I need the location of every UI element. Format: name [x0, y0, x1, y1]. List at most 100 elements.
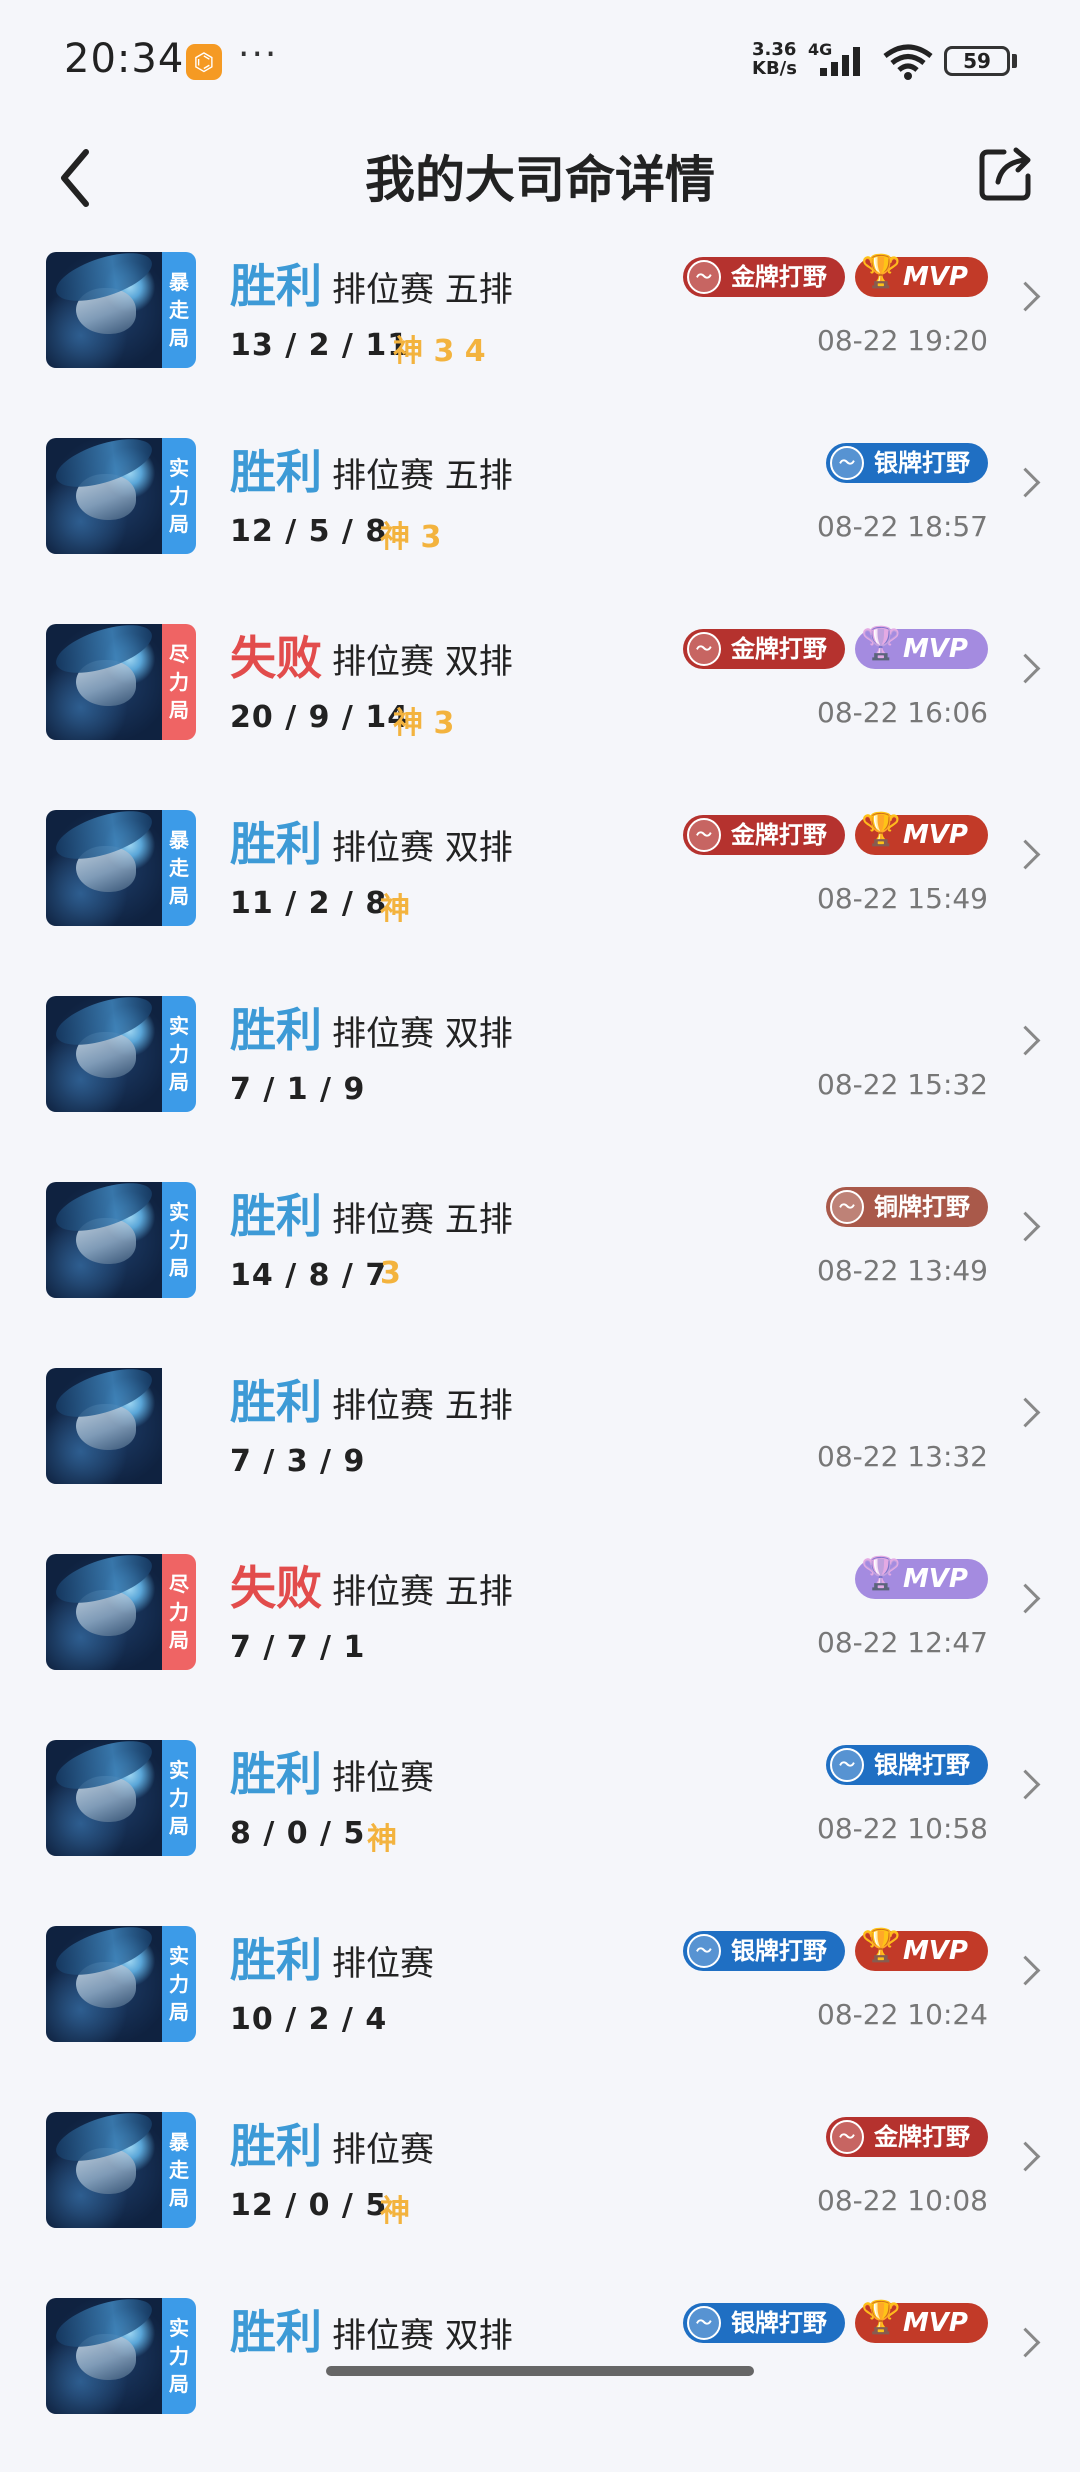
badge-group: 银牌打野	[826, 1742, 988, 1788]
match-tag-char: 力	[169, 1042, 189, 1066]
match-tag: 实力局	[162, 1740, 196, 1856]
match-row[interactable]: 实力局胜利排位赛 五排14 / 8 / 73铜牌打野08-22 13:49	[0, 1170, 1080, 1356]
match-row[interactable]: 尽力局失败排位赛 双排20 / 9 / 14神 3金牌打野MVP08-22 16…	[0, 612, 1080, 798]
match-tag-char: 力	[169, 1786, 189, 1810]
match-tag-char: 实	[169, 1758, 189, 1782]
god-mark: 神	[367, 1822, 397, 1857]
chevron-right-icon	[1010, 1025, 1041, 1056]
match-row[interactable]: 实力局胜利排位赛 双排银牌打野MVP	[0, 2286, 1080, 2472]
chevron-right-icon	[1010, 467, 1041, 498]
chevron-right-icon	[1010, 1397, 1041, 1428]
god-mark: 神 3	[393, 706, 455, 741]
match-tag-char: 实	[169, 2316, 189, 2340]
chevron-right-icon	[1010, 1769, 1041, 1800]
match-tag-char: 局	[169, 2186, 189, 2210]
match-time: 08-22 10:24	[817, 1998, 988, 2031]
match-row[interactable]: 实力局胜利排位赛10 / 2 / 4银牌打野MVP08-22 10:24	[0, 1914, 1080, 2100]
badge-group: 金牌打野	[826, 2114, 988, 2160]
hero-avatar: 尽力局	[46, 1554, 196, 1670]
net-speed: 3.36 KB/s	[752, 39, 797, 79]
match-mode: 排位赛	[332, 1758, 434, 1798]
match-time: 08-22 15:49	[817, 882, 988, 915]
match-row[interactable]: 暴走局胜利排位赛12 / 0 / 5神金牌打野08-22 10:08	[0, 2100, 1080, 2286]
home-indicator[interactable]	[326, 2366, 754, 2376]
match-mode: 排位赛 双排	[332, 642, 513, 682]
match-mode: 排位赛 五排	[332, 456, 513, 496]
match-tag-char: 暴	[169, 270, 189, 294]
match-mode: 排位赛	[332, 1944, 434, 1984]
chevron-right-icon	[1010, 1583, 1041, 1614]
jungle-badge: 铜牌打野	[826, 1187, 988, 1227]
match-row[interactable]: 尽力局失败排位赛 五排7 / 7 / 1MVP08-22 12:47	[0, 1542, 1080, 1728]
match-time: 08-22 10:58	[817, 1812, 988, 1845]
more-notifications-icon: ···	[238, 34, 279, 75]
jungle-badge: 银牌打野	[826, 1745, 988, 1785]
match-result: 胜利	[230, 1003, 322, 1057]
hero-avatar: 暴走局	[46, 810, 196, 926]
match-kda: 7 / 7 / 1	[230, 1630, 366, 1665]
signal-icon	[820, 47, 860, 76]
status-bar: 20:34 ⌬ ··· 3.36 KB/s 4G 59	[0, 0, 1080, 120]
match-result: 胜利	[230, 2305, 322, 2359]
match-time: 08-22 16:06	[817, 696, 988, 729]
mvp-badge: MVP	[854, 2297, 988, 2343]
chevron-right-icon	[1010, 1211, 1041, 1242]
battery-indicator: 59	[944, 46, 1010, 76]
match-tag-char: 走	[169, 2158, 189, 2182]
match-kda: 14 / 8 / 7	[230, 1258, 388, 1293]
match-kda: 7 / 3 / 9	[230, 1444, 366, 1479]
mvp-badge: MVP	[854, 1559, 988, 1599]
badge-group: 银牌打野	[826, 440, 988, 486]
match-result: 胜利	[230, 1747, 322, 1801]
match-tag-char: 局	[169, 512, 189, 536]
match-kda: 12 / 0 / 5	[230, 2188, 388, 2223]
match-row[interactable]: 暴走局胜利排位赛 五排13 / 2 / 11神 3 4金牌打野MVP08-22 …	[0, 240, 1080, 426]
badge-group: MVP	[854, 1556, 988, 1602]
match-tag-char: 力	[169, 1600, 189, 1624]
match-tag: 暴走局	[162, 810, 196, 926]
badge-group: 金牌打野MVP	[682, 251, 988, 300]
match-tag: 尽力局	[162, 1554, 196, 1670]
match-tag-char: 局	[169, 698, 189, 722]
match-row[interactable]: 暴走局胜利排位赛 双排11 / 2 / 8神金牌打野MVP08-22 15:49	[0, 798, 1080, 984]
match-mode: 排位赛 双排	[332, 828, 513, 868]
badge-group: 金牌打野MVP	[682, 626, 988, 672]
match-tag: 实力局	[162, 438, 196, 554]
hero-avatar: 实力局	[46, 996, 196, 1112]
match-result: 胜利	[230, 2119, 322, 2173]
jungle-badge: 金牌打野	[826, 2117, 988, 2157]
match-tag: 实力局	[162, 1926, 196, 2042]
chevron-right-icon	[1010, 281, 1041, 312]
match-time: 08-22 19:20	[817, 324, 988, 357]
match-row[interactable]: 胜利 排位赛 五排 7 / 3 / 9 08-22 13:32	[0, 1356, 1080, 1542]
match-result: 失败	[230, 631, 322, 685]
match-result: 胜利	[230, 1933, 322, 1987]
hero-portrait-image	[46, 624, 162, 740]
mvp-badge: MVP	[854, 809, 988, 855]
match-tag-char: 局	[169, 2372, 189, 2396]
god-mark: 神 3	[380, 520, 442, 555]
share-button[interactable]	[976, 144, 1036, 204]
hero-portrait-image	[46, 2298, 162, 2414]
match-tag-char: 局	[169, 2000, 189, 2024]
hero-portrait-image	[46, 810, 162, 926]
jungle-badge: 银牌打野	[682, 2303, 845, 2343]
match-tag: 实力局	[162, 2298, 196, 2414]
hero-avatar: 尽力局	[46, 624, 196, 740]
badge-group: 金牌打野MVP	[682, 809, 988, 858]
match-row[interactable]: 实力局胜利排位赛 五排12 / 5 / 8神 3银牌打野08-22 18:57	[0, 426, 1080, 612]
hero-avatar: 实力局	[46, 438, 196, 554]
match-tag-char: 力	[169, 1228, 189, 1252]
jungle-badge: 金牌打野	[682, 629, 845, 669]
match-tag: 尽力局	[162, 624, 196, 740]
header: 我的大司命详情	[0, 120, 1080, 240]
hero-avatar: 实力局	[46, 1182, 196, 1298]
jungle-badge: 金牌打野	[682, 257, 845, 297]
match-tag-char: 暴	[169, 2130, 189, 2154]
mvp-badge: MVP	[854, 251, 988, 297]
match-row[interactable]: 实力局胜利 排位赛 双排 7 / 1 / 9 08-22 15:32	[0, 984, 1080, 1170]
match-tag: 实力局	[162, 996, 196, 1112]
battery-tip	[1012, 54, 1017, 68]
match-row[interactable]: 实力局胜利排位赛8 / 0 / 5神银牌打野08-22 10:58	[0, 1728, 1080, 1914]
match-result: 胜利	[230, 1189, 322, 1243]
